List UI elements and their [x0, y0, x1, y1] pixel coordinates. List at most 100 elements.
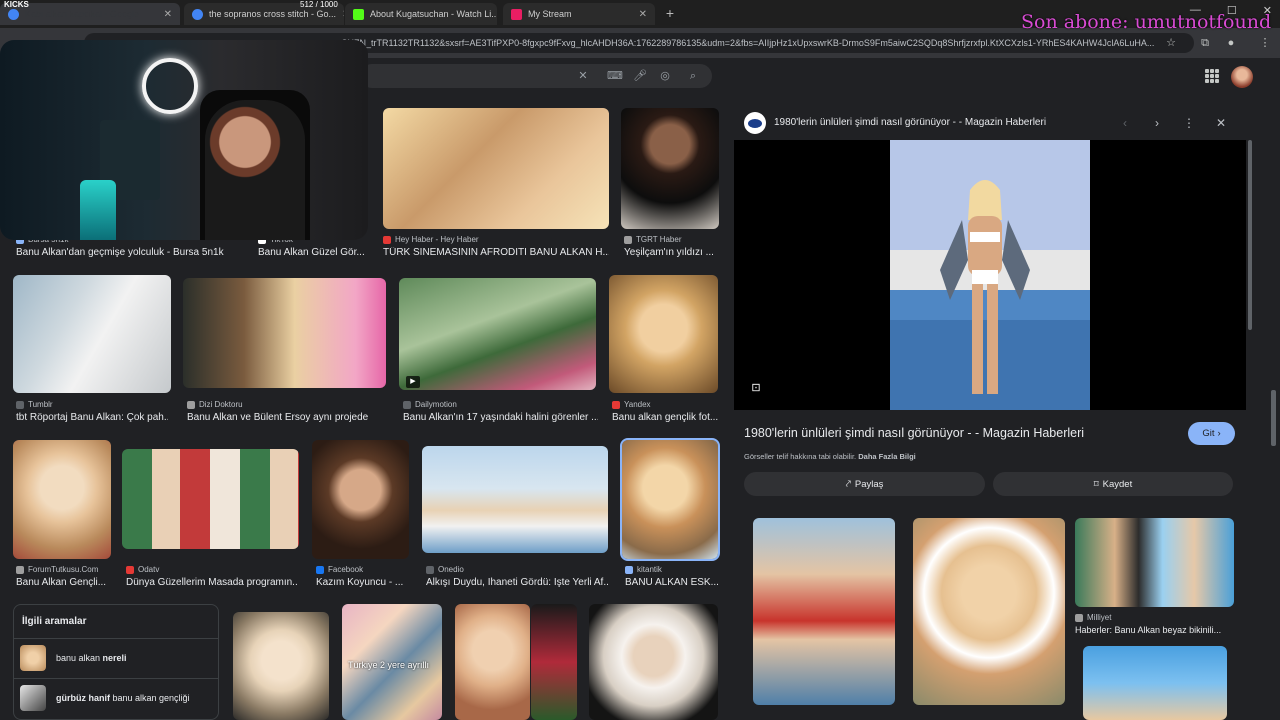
- related-image[interactable]: [1083, 646, 1227, 720]
- menu-icon[interactable]: ⋮: [1258, 36, 1272, 50]
- page-scrollbar[interactable]: [1271, 390, 1276, 446]
- next-icon[interactable]: ›: [1150, 116, 1164, 130]
- result-caption[interactable]: BANU ALKAN ESK...: [625, 577, 719, 588]
- save-button[interactable]: ⌑ Kaydet: [993, 472, 1233, 496]
- thumb-overlay-text: Türkiye 2 yere ayrıllı: [348, 660, 430, 670]
- play-icon: ▶: [406, 376, 420, 388]
- bookmark-icon: ⌑: [1093, 478, 1099, 490]
- result-source: Tumblr: [16, 400, 53, 409]
- result-caption[interactable]: Banu Alkan'ın 17 yaşındaki halini görenl…: [403, 412, 598, 423]
- google-account-avatar[interactable]: [1231, 66, 1253, 88]
- result-source: Onedio: [426, 565, 464, 574]
- tab-my-stream[interactable]: My Stream ✕: [503, 3, 655, 25]
- site-favicon: [744, 112, 766, 134]
- result-source: kitantik: [625, 565, 662, 574]
- kicks-label: KICKS: [4, 0, 29, 9]
- tab-label: Kabi alkan kapcikal - Google: [25, 9, 140, 19]
- learn-more-link[interactable]: Daha Fazla Bilgi: [858, 452, 916, 461]
- tab-kick-channel[interactable]: About Kugatsuchan - Watch Li... ✕: [345, 3, 497, 25]
- google-icon: [192, 8, 203, 20]
- tab-label: My Stream: [528, 9, 572, 19]
- image-result[interactable]: [609, 275, 718, 393]
- image-result[interactable]: [455, 604, 530, 720]
- image-result[interactable]: [312, 440, 409, 559]
- bookmark-star-icon[interactable]: ☆: [1164, 36, 1178, 50]
- share-button[interactable]: ⤤ Paylaş: [744, 472, 985, 496]
- image-result[interactable]: [383, 108, 609, 229]
- result-source: Odatv: [126, 565, 159, 574]
- image-result[interactable]: [422, 446, 608, 553]
- image-result-selected[interactable]: [620, 438, 720, 561]
- related-search-item[interactable]: banu alkan nereli: [14, 638, 218, 676]
- panel-scrollbar[interactable]: [1248, 140, 1252, 330]
- visual-search-icon[interactable]: ⊡: [748, 380, 764, 396]
- result-caption[interactable]: Banu Alkan Gençli...: [16, 577, 111, 588]
- image-result[interactable]: [13, 440, 111, 559]
- related-image[interactable]: [753, 518, 895, 705]
- apps-grid-icon[interactable]: [1205, 69, 1219, 83]
- result-caption[interactable]: tbt Röportaj Banu Alkan: Çok pah...: [16, 412, 168, 423]
- result-caption[interactable]: Alkışı Duydu, İhaneti Gördü: İşte Yerli …: [426, 577, 608, 588]
- close-icon[interactable]: ✕: [633, 9, 647, 20]
- preview-image[interactable]: [890, 140, 1090, 410]
- related-image[interactable]: [913, 518, 1065, 705]
- url-text: ...SHZN_trTR1132TR1132&sxsrf=AE3TifPXP0-…: [334, 38, 1155, 48]
- image-result[interactable]: [399, 278, 596, 390]
- image-result[interactable]: [13, 275, 171, 393]
- result-caption[interactable]: Banu Alkan'dan geçmişe yolculuk - Bursa …: [16, 247, 244, 258]
- stream-icon: [511, 8, 522, 20]
- result-source: Dailymotion: [403, 400, 457, 409]
- result-caption[interactable]: Dünya Güzellerim Masada programın...: [126, 577, 298, 588]
- keyboard-icon[interactable]: ⌨: [607, 69, 623, 83]
- save-label: Kaydet: [1102, 478, 1133, 490]
- visit-label: Git: [1202, 428, 1215, 439]
- result-caption[interactable]: Kazım Koyuncu - ...: [316, 577, 410, 588]
- related-search-item[interactable]: gürbüz hanif banu alkan gençliği: [14, 678, 218, 716]
- ring-light: [142, 58, 198, 114]
- result-source: Facebook: [316, 565, 363, 574]
- image-result[interactable]: [589, 604, 718, 720]
- result-source: Hey Haber - Hey Haber: [383, 235, 479, 244]
- result-source: ForumTutkusu.Com: [16, 565, 98, 574]
- related-image-caption[interactable]: Haberler: Banu Alkan beyaz bikinili...: [1075, 625, 1235, 635]
- webcam-overlay: [0, 40, 368, 240]
- panel-source[interactable]: 1980'lerin ünlüleri şimdi nasıl görünüyo…: [774, 117, 1046, 128]
- prev-icon[interactable]: ‹: [1118, 116, 1132, 130]
- clear-icon[interactable]: ✕: [576, 69, 590, 83]
- new-tab-button[interactable]: +: [662, 5, 678, 21]
- close-icon[interactable]: ✕: [336, 9, 344, 20]
- related-thumbnail: [20, 644, 46, 671]
- related-thumbnail: [20, 684, 46, 711]
- share-icon: ⤤: [845, 478, 851, 490]
- image-result[interactable]: [183, 278, 386, 388]
- copyright-notice: Görseller telif hakkına tabi olabilir. D…: [744, 452, 916, 461]
- image-result[interactable]: [122, 449, 299, 549]
- more-options-icon[interactable]: ⋮: [1182, 116, 1196, 130]
- result-caption[interactable]: TÜRK SİNEMASININ AFRODİTİ BANU ALKAN H..…: [383, 247, 609, 258]
- image-result[interactable]: [233, 612, 329, 720]
- related-image-source: Milliyet: [1075, 613, 1111, 622]
- streamer: [205, 100, 305, 240]
- microphone: [80, 180, 116, 240]
- result-caption[interactable]: Banu Alkan ve Bülent Ersoy aynı projede: [187, 412, 387, 423]
- visit-button[interactable]: Git ›: [1188, 422, 1235, 445]
- close-icon[interactable]: ✕: [1214, 116, 1228, 130]
- lens-icon[interactable]: ◎: [658, 69, 672, 83]
- image-result[interactable]: [531, 604, 577, 720]
- image-result[interactable]: [621, 108, 719, 229]
- related-image[interactable]: [1075, 518, 1234, 607]
- related-searches-title: İlgili aramalar: [22, 616, 87, 627]
- goal-counter: 512 / 1000: [300, 0, 338, 9]
- mic-icon[interactable]: 🎤︎: [633, 69, 647, 83]
- result-caption[interactable]: Yeşilçam'ın yıldızı ...: [624, 247, 720, 258]
- result-caption[interactable]: Banu Alkan Güzel Gör...: [258, 247, 366, 258]
- result-source: TGRT Haber: [624, 235, 682, 244]
- panel-title[interactable]: 1980'lerin ünlüleri şimdi nasıl görünüyo…: [744, 426, 1084, 440]
- result-caption[interactable]: Banu alkan gençlik fot...: [612, 412, 718, 423]
- result-source: Dizi Doktoru: [187, 400, 243, 409]
- search-icon[interactable]: ⌕: [686, 69, 700, 83]
- extensions-icon[interactable]: ⧉: [1198, 36, 1212, 50]
- profile-avatar[interactable]: ●: [1224, 36, 1238, 50]
- share-label: Paylaş: [854, 478, 884, 490]
- close-icon[interactable]: ✕: [158, 9, 172, 20]
